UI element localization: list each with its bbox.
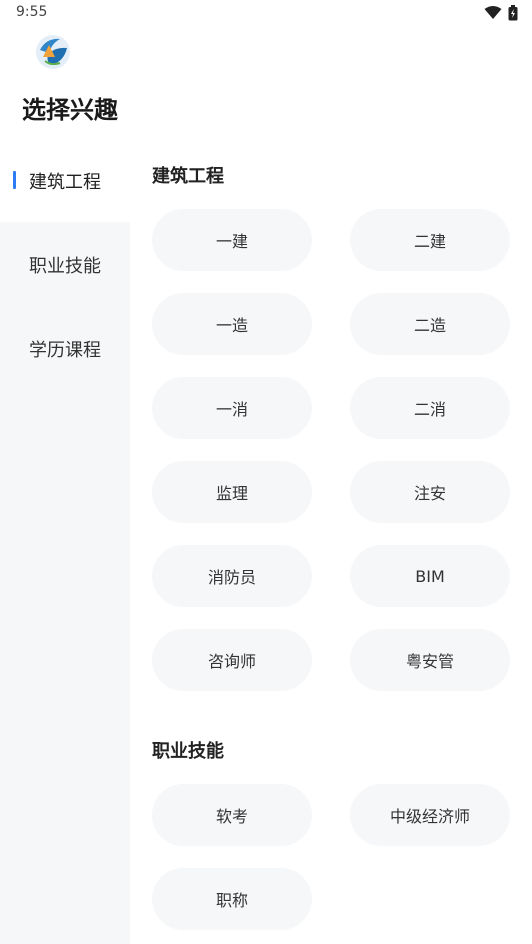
status-time: 9:55 xyxy=(16,4,48,20)
active-indicator xyxy=(13,171,16,189)
wifi-icon xyxy=(484,6,502,19)
sidebar-item-vocational[interactable]: 职业技能 xyxy=(0,222,130,306)
status-icons xyxy=(484,5,518,21)
interest-chip[interactable]: 职称 xyxy=(152,868,312,930)
section-title: 职业技能 xyxy=(152,741,224,762)
interest-chip[interactable]: 二建 xyxy=(350,209,510,271)
status-bar: 9:55 xyxy=(0,0,532,28)
interest-chip[interactable]: 一消 xyxy=(152,377,312,439)
sidebar-item-academic[interactable]: 学历课程 xyxy=(0,306,130,390)
page-title: 选择兴趣 xyxy=(22,96,118,124)
interest-chip[interactable]: 消防员 xyxy=(152,545,312,607)
section-title: 建筑工程 xyxy=(152,166,224,187)
interest-chip[interactable]: 咨询师 xyxy=(152,629,312,691)
interest-chip[interactable]: 一造 xyxy=(152,293,312,355)
interest-chip[interactable]: 软考 xyxy=(152,784,312,846)
interest-chip[interactable]: 注安 xyxy=(350,461,510,523)
sidebar-item-label: 学历课程 xyxy=(29,340,101,361)
interest-chip[interactable]: 二造 xyxy=(350,293,510,355)
sidebar-item-label: 职业技能 xyxy=(29,256,101,277)
sidebar-item-label: 建筑工程 xyxy=(29,172,101,193)
interest-chip[interactable]: 一建 xyxy=(152,209,312,271)
sidebar-item-construction[interactable]: 建筑工程 xyxy=(0,138,130,222)
category-sidebar: 建筑工程 职业技能 学历课程 xyxy=(0,138,130,944)
interest-content: 建筑工程 一建 二建 一造 二造 一消 二消 监理 注安 消防员 BIM 咨询师… xyxy=(130,138,532,944)
interest-chip[interactable]: 监理 xyxy=(152,461,312,523)
app-logo xyxy=(36,35,70,69)
interest-chip[interactable]: BIM xyxy=(350,545,510,607)
interest-chip[interactable]: 二消 xyxy=(350,377,510,439)
battery-icon xyxy=(508,5,518,21)
interest-chip[interactable]: 中级经济师 xyxy=(350,784,510,846)
interest-chip[interactable]: 粤安管 xyxy=(350,629,510,691)
